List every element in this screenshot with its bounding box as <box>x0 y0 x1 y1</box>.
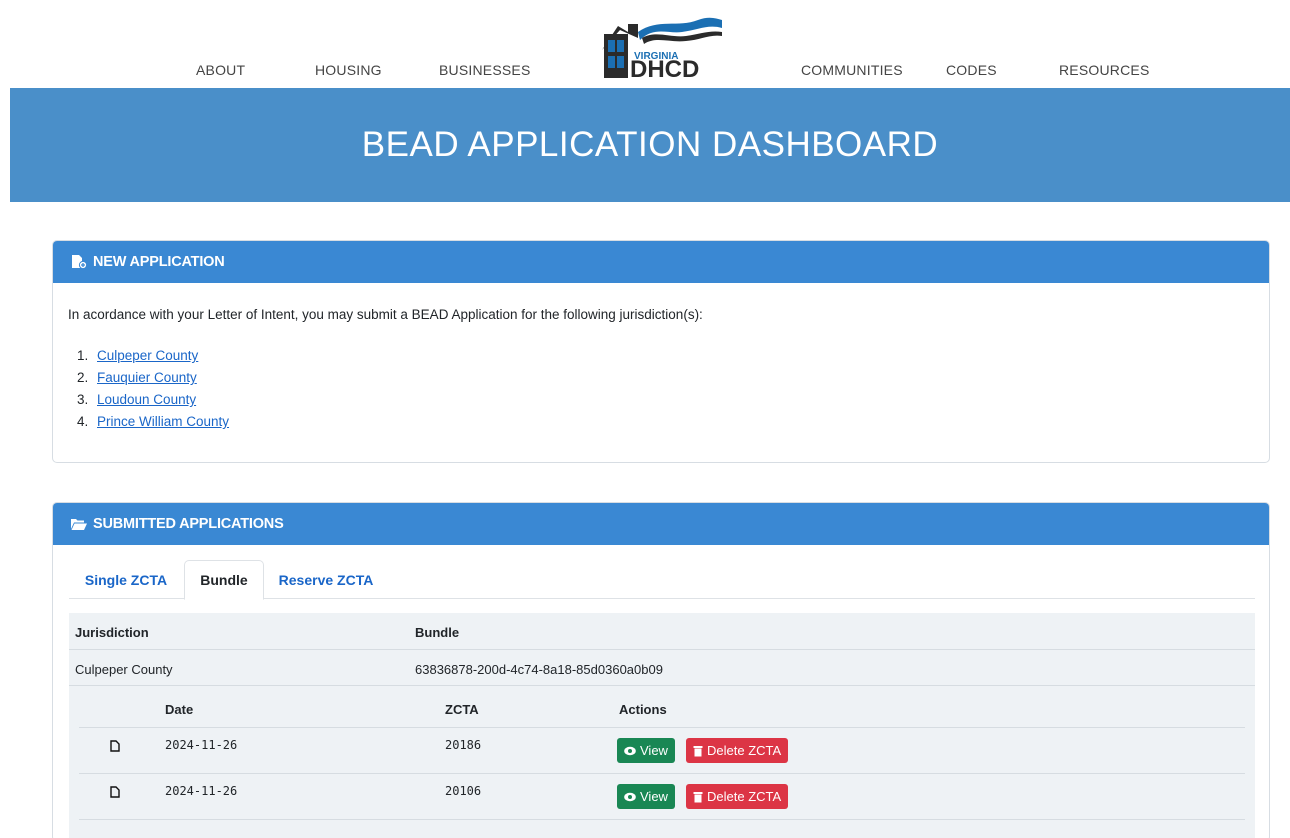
nav-about[interactable]: ABOUT <box>196 62 245 78</box>
list-item: 3. Loudoun County <box>77 389 229 411</box>
tab-bundle[interactable]: Bundle <box>184 560 264 600</box>
tab-reserve-zcta[interactable]: Reserve ZCTA <box>266 560 386 599</box>
new-application-header: NEW APPLICATION <box>53 241 1269 283</box>
folder-open-icon <box>71 517 87 531</box>
column-header-date: Date <box>165 702 194 717</box>
view-button[interactable]: View <box>617 784 675 809</box>
view-label: View <box>640 789 668 804</box>
nav-codes[interactable]: CODES <box>946 62 997 78</box>
list-item: 4. Prince William County <box>77 411 229 433</box>
jurisdiction-link-loudoun[interactable]: Loudoun County <box>97 389 196 411</box>
new-application-card: NEW APPLICATION In acordance with your L… <box>52 240 1270 463</box>
hero-banner: BEAD APPLICATION DASHBOARD <box>10 88 1290 202</box>
nav-businesses[interactable]: BUSINESSES <box>439 62 530 78</box>
subtable-header-row: Date ZCTA Actions <box>79 686 1245 728</box>
delete-label: Delete ZCTA <box>707 743 782 758</box>
bundle-zcta-subtable: Date ZCTA Actions 2024-11-26 20186 View … <box>79 686 1245 838</box>
file-icon[interactable] <box>110 785 120 798</box>
jurisdiction-link-prince-william[interactable]: Prince William County <box>97 411 229 433</box>
top-navigation: ABOUT HOUSING BUSINESSES VIRGINIA DHCD C… <box>0 0 1290 88</box>
nav-resources[interactable]: RESOURCES <box>1059 62 1149 78</box>
column-header-bundle: Bundle <box>415 625 460 640</box>
row-jurisdiction: Culpeper County <box>75 662 173 677</box>
view-label: View <box>640 743 668 758</box>
jurisdiction-link-culpeper[interactable]: Culpeper County <box>97 345 198 367</box>
column-header-actions: Actions <box>619 702 667 717</box>
file-plus-icon <box>71 255 88 270</box>
new-application-title: NEW APPLICATION <box>93 254 225 270</box>
delete-zcta-button[interactable]: Delete ZCTA <box>686 784 789 809</box>
view-button[interactable]: View <box>617 738 675 763</box>
bundle-table: Jurisdiction Bundle Culpeper County 6383… <box>69 613 1255 838</box>
submitted-applications-title: SUBMITTED APPLICATIONS <box>93 516 284 532</box>
jurisdiction-list: 1. Culpeper County 2. Fauquier County 3. Lo… <box>77 345 229 433</box>
row-date: 2024-11-26 <box>165 784 238 798</box>
list-number: 3. <box>77 392 89 407</box>
eye-icon <box>624 746 636 755</box>
column-header-zcta: ZCTA <box>445 702 479 717</box>
jurisdiction-link-fauquier[interactable]: Fauquier County <box>97 367 197 389</box>
list-item: 1. Culpeper County <box>77 345 229 367</box>
table-row: 2024-11-26 20106 View Delete ZCTA <box>79 774 1245 820</box>
row-bundle-id: 63836878-200d-4c74-8a18-85d0360a0b09 <box>415 662 663 677</box>
list-number: 4. <box>77 414 89 429</box>
column-header-jurisdiction: Jurisdiction <box>75 625 149 640</box>
intro-text: In acordance with your Letter of Intent,… <box>68 307 703 322</box>
tab-single-zcta[interactable]: Single ZCTA <box>69 560 183 599</box>
trash-icon <box>693 791 703 802</box>
delete-label: Delete ZCTA <box>707 789 782 804</box>
svg-text:DHCD: DHCD <box>630 56 699 78</box>
table-row: Culpeper County 63836878-200d-4c74-8a18-… <box>69 650 1255 686</box>
row-zcta: 20186 <box>445 738 482 752</box>
delete-zcta-button[interactable]: Delete ZCTA <box>686 738 789 763</box>
submitted-applications-header: SUBMITTED APPLICATIONS <box>53 503 1269 545</box>
eye-icon <box>624 792 636 801</box>
page-title: BEAD APPLICATION DASHBOARD <box>361 125 939 164</box>
list-item: 2. Fauquier County <box>77 367 229 389</box>
trash-icon <box>693 745 703 756</box>
row-date: 2024-11-26 <box>165 738 238 752</box>
logo-graphic: VIRGINIA DHCD <box>602 17 722 83</box>
submitted-applications-card: SUBMITTED APPLICATIONS Single ZCTA Bundl… <box>52 502 1270 838</box>
application-tabs: Single ZCTA Bundle Reserve ZCTA <box>69 560 1255 600</box>
table-row: 2024-11-26 20186 View Delete ZCTA <box>79 728 1245 774</box>
nav-communities[interactable]: COMMUNITIES <box>801 62 903 78</box>
nav-housing[interactable]: HOUSING <box>315 62 382 78</box>
row-zcta: 20106 <box>445 784 482 798</box>
list-number: 2. <box>77 370 89 385</box>
list-number: 1. <box>77 348 89 363</box>
table-header-row: Jurisdiction Bundle <box>69 613 1255 650</box>
dhcd-logo[interactable]: VIRGINIA DHCD <box>598 10 724 83</box>
file-icon[interactable] <box>110 739 120 752</box>
